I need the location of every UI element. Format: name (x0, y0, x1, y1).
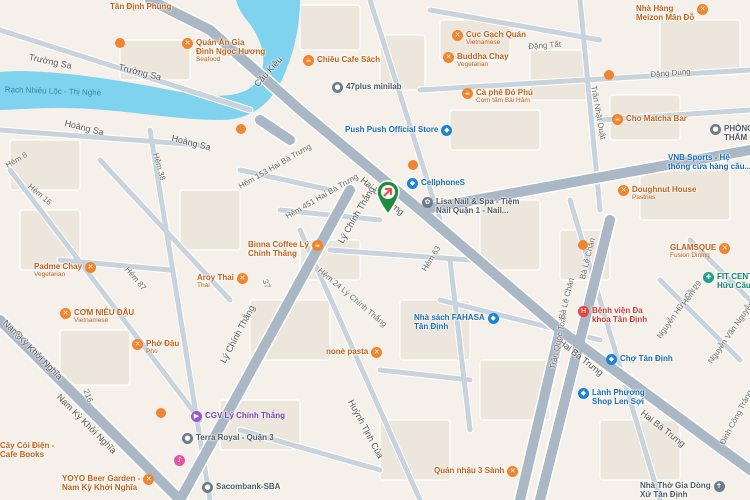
gym-icon: ✚ (703, 272, 714, 283)
poi-cellphones[interactable]: ◆ CellphoneS (407, 178, 465, 189)
poi-lanh-phuong[interactable]: ◆ Lành Phương Shop Len Sợi (578, 388, 645, 406)
poi-cho-tan-dinh[interactable]: ◆ Chợ Tân Định (606, 354, 673, 365)
poi-nha-tho[interactable]: Nhà Thờ Gia Dòng Xứ Tân Định ✝ (640, 481, 725, 499)
poi-dot[interactable] (604, 70, 614, 80)
restaurant-icon: ✕ (85, 262, 97, 273)
poi-benh-vien[interactable]: H Bệnh viện Đa khoa Tân Định (578, 306, 647, 324)
poi-pink-marker[interactable]: ♪ (174, 455, 185, 466)
poi-terra-royal[interactable]: ● Terra Royal - Quận 3 (182, 433, 274, 444)
poi-ca-phe-do-phu[interactable]: ☕ Cà phê Đỏ Phú Cơm tấm Bài Hâm (462, 88, 533, 104)
poi-vnb-sports[interactable]: VNB Sports - Hệ thống cửa hàng cầu... (668, 153, 750, 171)
poi-glamsque[interactable]: GLAMSQUE Fusion Dining ✕ (670, 243, 731, 259)
selected-location-marker[interactable] (376, 180, 400, 216)
bar-icon: ✕ (143, 474, 155, 485)
poi-47plus[interactable]: ● 47plus minilab (332, 82, 402, 93)
poi-fit-center[interactable]: ✚FIT CENTERHữu Cầu... (703, 272, 750, 290)
restaurant-icon: ✕ (452, 30, 463, 41)
poi-dot[interactable] (115, 38, 125, 48)
bar-icon: ✕ (507, 466, 519, 477)
shop-icon: ◆ (407, 178, 418, 189)
restaurant-icon: ✕ (236, 273, 248, 284)
place-icon: ● (332, 82, 343, 93)
poi-tan-dinh-phung[interactable]: Tân Định Phùng (110, 2, 171, 11)
poi-quan-an-gia[interactable]: ✕ Quán Ăn Gia Đình Ngọc Hương Seafood (182, 38, 265, 63)
poi-cuc-gach[interactable]: ✕ Cục Gạch Quán Vietnamese (452, 30, 526, 46)
poi-push-push[interactable]: Push Push Official Store ◆ (345, 125, 453, 136)
poi-buddha-chay[interactable]: ✕ Buddha Chay Vegetarian (443, 52, 509, 68)
poi-cay-coi-dien[interactable]: Cây Cỏi Điện - Cafe Books (0, 441, 54, 459)
poi-none-pasta[interactable]: nonè pasta ✕ (326, 347, 383, 358)
map-base-layer (0, 0, 750, 500)
poi-sacombank[interactable]: ● Sacombank-SBA (202, 482, 280, 493)
poi-pho-dau[interactable]: ✕ Phở Đậu Pho (132, 339, 179, 355)
map-canvas[interactable]: Trường Sa Trường Sa Hoàng Sa Hoàng Sa Cầ… (0, 0, 750, 500)
poi-chieu-cafe[interactable]: ☕ Chiêu Cafe Sách (303, 55, 380, 66)
restaurant-icon: ✕ (719, 243, 731, 254)
poi-cgv[interactable]: ▶ CGV Lý Chính Thắng (191, 411, 285, 422)
cinema-icon: ▶ (191, 411, 202, 422)
cafe-icon: ☕ (462, 88, 473, 99)
poi-aroy-thai[interactable]: Aroy Thai Thai ✕ (197, 273, 248, 289)
poi-binna-coffee[interactable]: Binna Coffee Lý Chính Thắng ☕ (248, 240, 323, 258)
poi-phong-tham[interactable]: ●PHÒNGTHẨM M... (710, 124, 750, 142)
restaurant-icon: ✕ (371, 347, 383, 358)
place-icon: ● (710, 124, 721, 135)
poi-dot[interactable] (578, 240, 588, 250)
shop-icon: ◆ (441, 125, 453, 136)
poi-padme-chay[interactable]: Padme Chay Vegetarian ✕ (34, 262, 97, 278)
poi-quan-nhau[interactable]: Quán nhậu 3 Sành ✕ (434, 466, 519, 477)
poi-yoyo-beer[interactable]: YOYO Beer Garden - Nam Kỳ Khởi Nghĩa ✕ (62, 474, 155, 492)
poi-lisa-nail[interactable]: ✿ Lisa Nail & Spa - Tiệm Nail Quận 1 - Nai… (422, 197, 519, 215)
shop-icon: ◆ (487, 313, 499, 324)
bar-icon: ♪ (174, 455, 185, 466)
poi-dot[interactable] (408, 160, 418, 170)
restaurant-icon: ✕ (60, 308, 71, 319)
poi-doughnut-house[interactable]: ✕ Doughnut House Pastries (618, 185, 696, 201)
cafe-icon: ☕ (612, 114, 623, 125)
poi-nha-sach-fahasa[interactable]: Nhà sách FAHASA Tân Định ◆ (414, 313, 499, 331)
shop-icon: ◆ (606, 354, 617, 365)
hospital-icon: H (578, 306, 589, 317)
spa-icon: ✿ (422, 197, 433, 208)
cafe-icon: ☕ (303, 55, 314, 66)
shop-icon: ◆ (578, 388, 589, 399)
bank-icon: ● (202, 482, 213, 493)
poi-nha-hang-meizon[interactable]: Nhà Hàng Meizon Mân Đỗ ✕ (636, 4, 709, 22)
poi-dot[interactable] (236, 124, 246, 134)
place-icon: ● (182, 433, 193, 444)
restaurant-icon: ✕ (443, 52, 454, 63)
poi-cho-matcha[interactable]: ☕ Cho Matcha Bar (612, 114, 687, 125)
poi-com-nieu-dau[interactable]: ✕ CƠM NIÊU ĐẬU Vietnamese (60, 308, 134, 324)
restaurant-icon: ✕ (697, 4, 709, 15)
poi-dot[interactable] (156, 408, 166, 418)
restaurant-icon: ✕ (182, 38, 193, 49)
restaurant-icon: ✕ (132, 339, 143, 350)
cafe-icon: ☕ (311, 240, 323, 251)
restaurant-icon: ✕ (618, 185, 629, 196)
church-icon: ✝ (713, 481, 725, 492)
